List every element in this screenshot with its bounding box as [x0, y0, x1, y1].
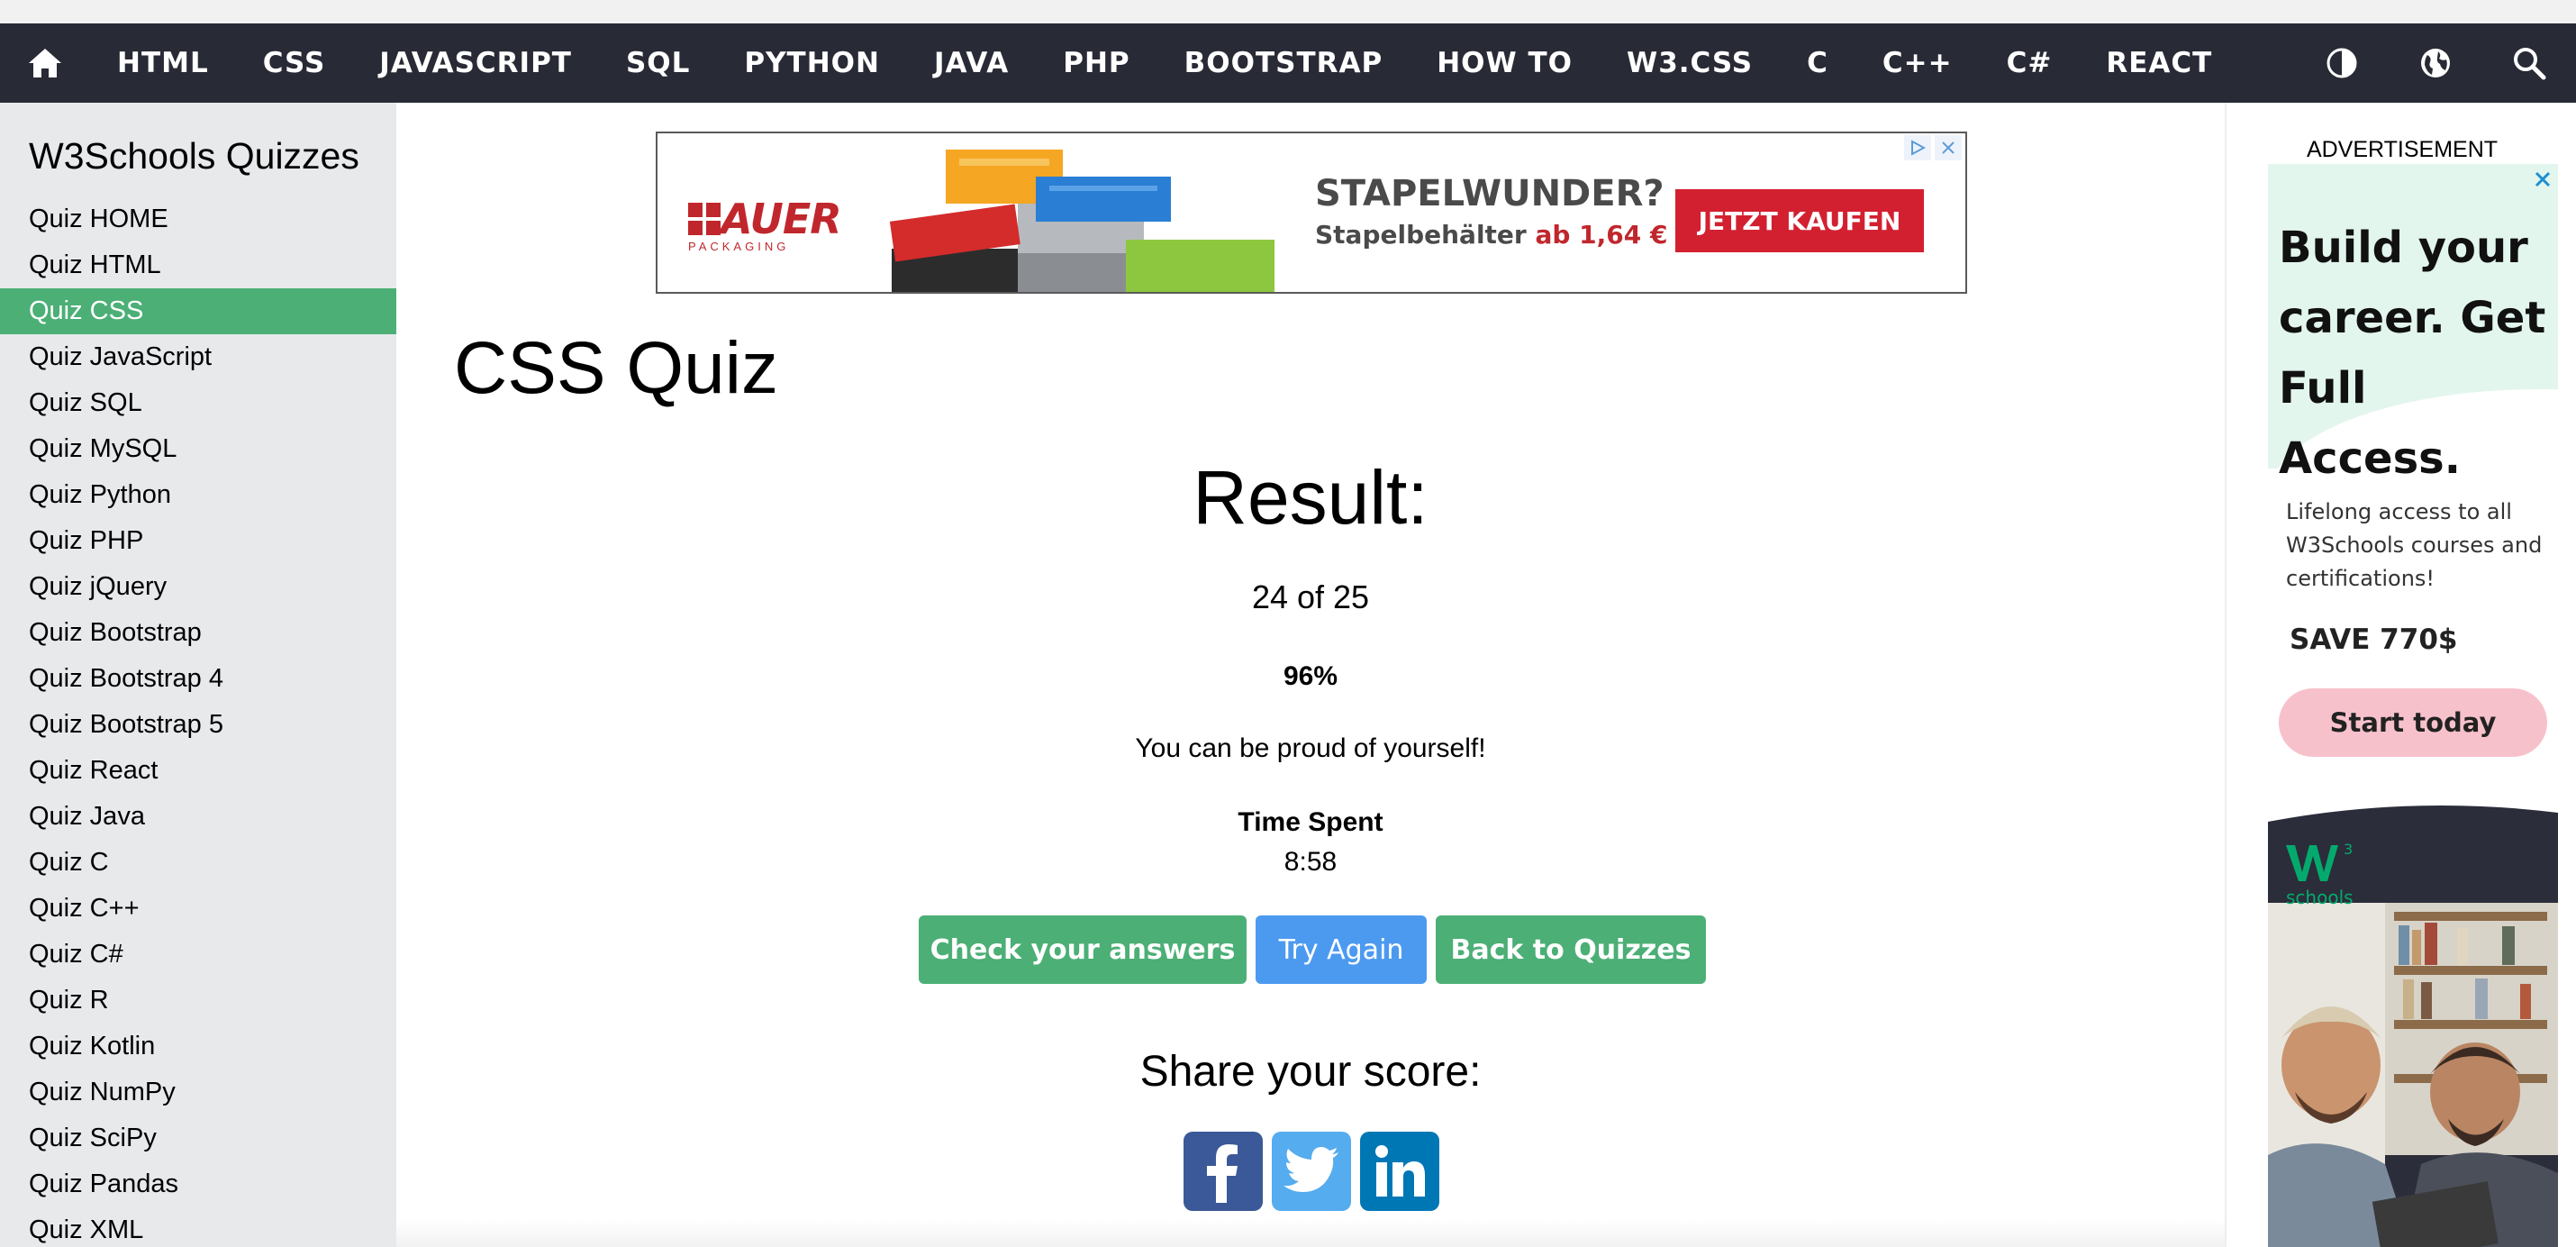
sidebar-item-quiz-java[interactable]: Quiz Java [0, 794, 396, 840]
sidebar-item-quiz-xml[interactable]: Quiz XML [0, 1207, 396, 1247]
sidebar-item-quiz-bootstrap-4[interactable]: Quiz Bootstrap 4 [0, 656, 396, 702]
banner-ad-subline: Stapelbehälter ab 1,64 € [1315, 220, 1667, 250]
try-again-button[interactable]: Try Again [1256, 915, 1427, 984]
start-today-button[interactable]: Start today [2279, 688, 2547, 757]
sidebar-item-quiz-c[interactable]: Quiz C [0, 840, 396, 886]
sidebar-item-quiz-cpp[interactable]: Quiz C++ [0, 886, 396, 932]
auer-logo-sub: PACKAGING [688, 240, 790, 253]
check-answers-button[interactable]: Check your answers [919, 915, 1247, 984]
quiz-sidebar: W3Schools Quizzes Quiz HOME Quiz HTML Qu… [0, 103, 396, 1247]
share-heading: Share your score: [1139, 1048, 1482, 1096]
sidebar-item-quiz-javascript[interactable]: Quiz JavaScript [0, 334, 396, 380]
banner-ad-price: ab 1,64 € [1535, 220, 1668, 250]
side-ad-save: SAVE 770$ [2290, 624, 2458, 656]
sidebar-item-quiz-scipy[interactable]: Quiz SciPy [0, 1115, 396, 1161]
w3schools-logo-text: schools [2286, 887, 2354, 908]
sidebar-item-quiz-css[interactable]: Quiz CSS [0, 288, 396, 334]
twitter-icon[interactable] [1272, 1132, 1351, 1211]
sidebar-item-quiz-python[interactable]: Quiz Python [0, 472, 396, 518]
percent-text: 96% [1283, 661, 1338, 691]
nav-item-csharp[interactable]: C# [1980, 23, 2080, 103]
sidebar-item-quiz-bootstrap[interactable]: Quiz Bootstrap [0, 610, 396, 656]
nav-right-tools [2295, 23, 2576, 103]
scroll-fade [396, 1220, 2225, 1247]
nav-item-react[interactable]: REACT [2079, 23, 2239, 103]
sidebar-item-quiz-home[interactable]: Quiz HOME [0, 196, 396, 242]
nav-item-w3css[interactable]: W3.CSS [1600, 23, 1780, 103]
adchoices-icon[interactable] [1904, 135, 1931, 160]
nav-item-bootstrap[interactable]: BOOTSTRAP [1157, 23, 1410, 103]
sidebar-item-quiz-kotlin[interactable]: Quiz Kotlin [0, 1024, 396, 1070]
back-to-quizzes-button[interactable]: Back to Quizzes [1436, 915, 1706, 984]
right-ad-column: ADVERTISEMENT Build your career. Get Ful… [2225, 103, 2576, 1247]
nav-item-python[interactable]: PYTHON [717, 23, 907, 103]
time-spent-value: 8:58 [1283, 847, 1338, 877]
auer-logo: AUER [688, 195, 842, 243]
sidebar-item-quiz-jquery[interactable]: Quiz jQuery [0, 564, 396, 610]
nav-item-cpp[interactable]: C++ [1855, 23, 1980, 103]
side-ad-photo: 3 schools [2268, 795, 2558, 1247]
nav-item-css[interactable]: CSS [236, 23, 353, 103]
facebook-icon[interactable] [1184, 1132, 1263, 1211]
nav-item-php[interactable]: PHP [1036, 23, 1156, 103]
nav-item-java[interactable]: JAVA [907, 23, 1036, 103]
nav-item-c[interactable]: C [1780, 23, 1855, 103]
banner-ad-cta-button[interactable]: JETZT KAUFEN [1675, 189, 1924, 252]
w3schools-logo-icon: 3 [2286, 841, 2353, 881]
close-icon[interactable] [2529, 166, 2556, 193]
auer-logo-mark-icon [688, 203, 721, 235]
share-buttons [1184, 1132, 1439, 1211]
sidebar-item-quiz-react[interactable]: Quiz React [0, 748, 396, 794]
sidebar-title: W3Schools Quizzes [29, 135, 359, 177]
nav-item-html[interactable]: HTML [90, 23, 236, 103]
sidebar-item-quiz-bootstrap-5[interactable]: Quiz Bootstrap 5 [0, 702, 396, 748]
result-buttons: Check your answers Try Again Back to Qui… [919, 915, 1706, 984]
stacked-crates-image [889, 150, 1274, 292]
banner-advertisement[interactable]: AUER PACKAGING STAPELWUNDER? Stapelbehäl… [656, 132, 1967, 294]
browser-top-strip [0, 0, 2576, 23]
auer-logo-word: AUER [721, 195, 842, 243]
sidebar-item-quiz-pandas[interactable]: Quiz Pandas [0, 1161, 396, 1207]
search-icon[interactable] [2482, 23, 2576, 103]
sidebar-item-quiz-html[interactable]: Quiz HTML [0, 242, 396, 288]
top-navigation: HTML CSS JAVASCRIPT SQL PYTHON JAVA PHP … [0, 23, 2576, 103]
side-advertisement[interactable]: Build your career. Get Full Access. Life… [2268, 164, 2558, 1247]
time-spent-label: Time Spent [1238, 807, 1383, 837]
sidebar-item-quiz-mysql[interactable]: Quiz MySQL [0, 426, 396, 472]
contrast-icon[interactable] [2295, 23, 2389, 103]
score-text: 24 of 25 [1251, 578, 1370, 615]
result-message: You can be proud of yourself! [1135, 733, 1486, 763]
result-heading: Result: [1193, 455, 1429, 540]
ad-choices [1904, 135, 1962, 160]
advertisement-label: ADVERTISEMENT [2306, 137, 2499, 162]
sidebar-item-quiz-csharp[interactable]: Quiz C# [0, 932, 396, 978]
globe-icon[interactable] [2389, 23, 2482, 103]
sidebar-item-quiz-numpy[interactable]: Quiz NumPy [0, 1070, 396, 1115]
banner-ad-headline: STAPELWUNDER? [1315, 173, 1664, 214]
nav-item-how-to[interactable]: HOW TO [1410, 23, 1600, 103]
nav-item-sql[interactable]: SQL [599, 23, 717, 103]
sidebar-item-quiz-r[interactable]: Quiz R [0, 978, 396, 1024]
sidebar-item-quiz-sql[interactable]: Quiz SQL [0, 380, 396, 426]
close-icon[interactable] [1935, 135, 1962, 160]
svg-text:3: 3 [2344, 841, 2353, 858]
main-content: AUER PACKAGING STAPELWUNDER? Stapelbehäl… [396, 103, 2225, 1247]
sidebar-item-quiz-php[interactable]: Quiz PHP [0, 518, 396, 564]
page-title: CSS Quiz [454, 327, 778, 409]
linkedin-icon[interactable] [1360, 1132, 1439, 1211]
banner-ad-sub-prefix: Stapelbehälter [1315, 220, 1527, 250]
side-ad-headline: Build your career. Get Full Access. [2279, 223, 2546, 484]
side-ad-body: Lifelong access to all W3Schools courses… [2286, 499, 2543, 591]
home-icon[interactable] [0, 23, 90, 103]
nav-item-javascript[interactable]: JAVASCRIPT [352, 23, 599, 103]
